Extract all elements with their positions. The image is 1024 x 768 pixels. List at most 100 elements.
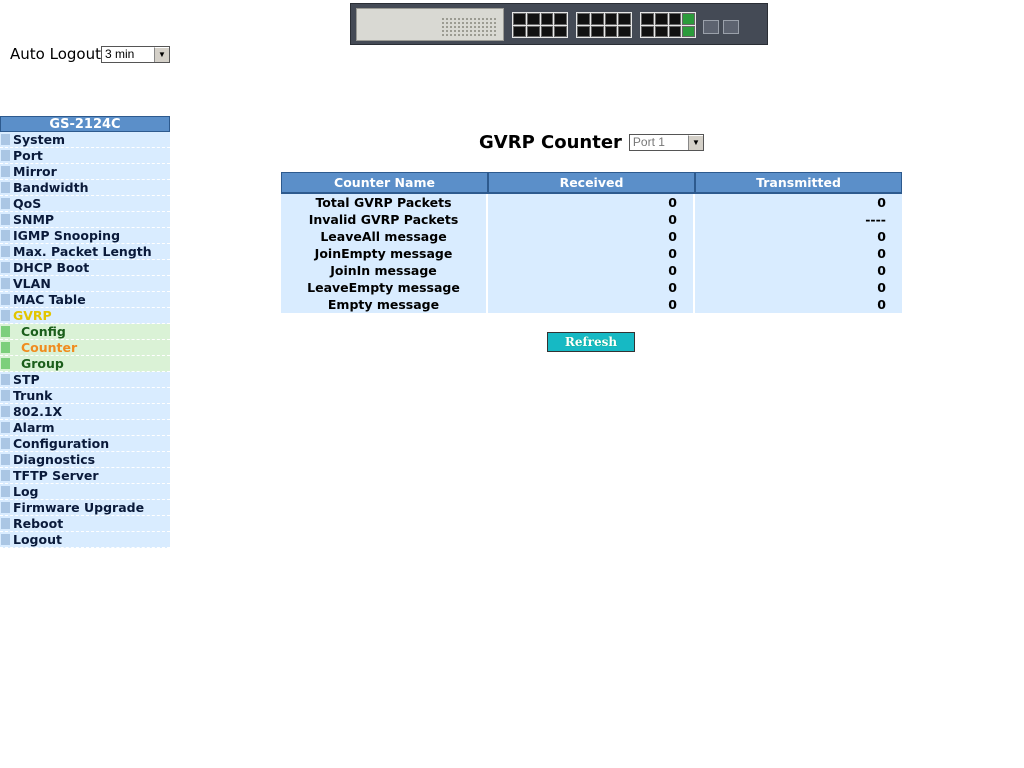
sidebar-item-igmp-snooping[interactable]: IGMP Snooping <box>0 228 170 244</box>
bullet-square-icon <box>1 358 10 369</box>
page-title-row: GVRP Counter Port 1 ▼ <box>479 131 704 153</box>
column-header-received: Received <box>488 172 695 194</box>
sidebar-item-label: Trunk <box>13 388 53 403</box>
sidebar-item-bandwidth[interactable]: Bandwidth <box>0 180 170 196</box>
bullet-square-icon <box>1 246 10 257</box>
received-cell: 0 <box>488 211 695 228</box>
sidebar-item-label: STP <box>13 372 40 387</box>
received-cell: 0 <box>488 279 695 296</box>
received-cell: 0 <box>488 194 695 211</box>
bullet-square-icon <box>1 454 10 465</box>
bullet-square-icon <box>1 390 10 401</box>
refresh-button[interactable]: Refresh <box>547 332 635 352</box>
bullet-square-icon <box>1 470 10 481</box>
auto-logout-label: Auto Logout <box>10 45 101 63</box>
sidebar-item-gvrp[interactable]: GVRP <box>0 308 170 324</box>
page-title: GVRP Counter <box>479 131 622 153</box>
sidebar-item-label: MAC Table <box>13 292 86 307</box>
sidebar-item-group[interactable]: Group <box>0 356 170 372</box>
sidebar-item-config[interactable]: Config <box>0 324 170 340</box>
sidebar-item-label: GVRP <box>13 308 52 323</box>
sidebar-item-configuration[interactable]: Configuration <box>0 436 170 452</box>
bullet-square-icon <box>1 486 10 497</box>
counter-name-cell: LeaveAll message <box>281 228 488 245</box>
sidebar-item-label: 802.1X <box>13 404 63 419</box>
sidebar-item-label: Logout <box>13 532 62 547</box>
sidebar-item-802-1x[interactable]: 802.1X <box>0 404 170 420</box>
sidebar-item-stp[interactable]: STP <box>0 372 170 388</box>
port-group-3 <box>640 12 696 38</box>
table-row: Empty message 0 0 <box>281 296 902 313</box>
bullet-square-icon <box>1 230 10 241</box>
table-row: LeaveAll message 0 0 <box>281 228 902 245</box>
counter-name-cell: Invalid GVRP Packets <box>281 211 488 228</box>
port-group-2 <box>576 12 632 38</box>
sidebar-item-label: System <box>13 132 66 147</box>
sidebar-item-system[interactable]: System <box>0 132 170 148</box>
bullet-square-icon <box>1 374 10 385</box>
sidebar-item-label: Port <box>13 148 43 163</box>
port-select-value: Port 1 <box>632 135 665 149</box>
bullet-square-icon <box>1 262 10 273</box>
sidebar-item-port[interactable]: Port <box>0 148 170 164</box>
auto-logout-select[interactable]: 3 min ▼ <box>100 45 170 63</box>
sfp-port-2 <box>723 20 739 34</box>
bullet-square-icon <box>1 294 10 305</box>
transmitted-cell: 0 <box>695 279 902 296</box>
sidebar-item-label: Max. Packet Length <box>13 244 152 259</box>
sidebar-title: GS-2124C <box>0 116 170 132</box>
sidebar-item-label: DHCP Boot <box>13 260 90 275</box>
sidebar-item-mac-table[interactable]: MAC Table <box>0 292 170 308</box>
sidebar-item-label: Bandwidth <box>13 180 89 195</box>
sidebar-item-dhcp-boot[interactable]: DHCP Boot <box>0 260 170 276</box>
table-header-row: Counter Name Received Transmitted <box>281 172 902 194</box>
sidebar-item-label: Counter <box>21 340 78 355</box>
sidebar-item-firmware-upgrade[interactable]: Firmware Upgrade <box>0 500 170 516</box>
sidebar-item-log[interactable]: Log <box>0 484 170 500</box>
sidebar-item-vlan[interactable]: VLAN <box>0 276 170 292</box>
chevron-down-icon[interactable]: ▼ <box>153 46 169 62</box>
bullet-square-icon <box>1 166 10 177</box>
auto-logout-value: 3 min <box>104 47 135 61</box>
sidebar-item-label: SNMP <box>13 212 55 227</box>
sidebar-item-qos[interactable]: QoS <box>0 196 170 212</box>
bullet-square-icon <box>1 342 10 353</box>
transmitted-cell: ---- <box>695 211 902 228</box>
port-select[interactable]: Port 1 ▼ <box>628 133 704 151</box>
sidebar-item-label: TFTP Server <box>13 468 99 483</box>
gvrp-counter-table: Counter Name Received Transmitted Total … <box>281 172 902 313</box>
chevron-down-icon[interactable]: ▼ <box>687 134 703 150</box>
bullet-square-icon <box>1 182 10 193</box>
bullet-square-icon <box>1 406 10 417</box>
sidebar-item-reboot[interactable]: Reboot <box>0 516 170 532</box>
bullet-square-icon <box>1 518 10 529</box>
counter-name-cell: Empty message <box>281 296 488 313</box>
sidebar-nav: GS-2124C System Port Mirror Bandwidth QoS SNM… <box>0 116 170 548</box>
sidebar-item-alarm[interactable]: Alarm <box>0 420 170 436</box>
port-group-1 <box>512 12 568 38</box>
sidebar-item-trunk[interactable]: Trunk <box>0 388 170 404</box>
sfp-port-1 <box>703 20 719 34</box>
bullet-square-icon <box>1 326 10 337</box>
sidebar-item-counter[interactable]: Counter <box>0 340 170 356</box>
sidebar-item-tftp-server[interactable]: TFTP Server <box>0 468 170 484</box>
transmitted-cell: 0 <box>695 262 902 279</box>
bullet-square-icon <box>1 534 10 545</box>
transmitted-cell: 0 <box>695 194 902 211</box>
sidebar-item-label: Configuration <box>13 436 110 451</box>
led-matrix <box>441 17 497 37</box>
sidebar-item-label: Config <box>21 324 66 339</box>
sidebar-item-max-packet-length[interactable]: Max. Packet Length <box>0 244 170 260</box>
bullet-square-icon <box>1 134 10 145</box>
bullet-square-icon <box>1 150 10 161</box>
sidebar-item-logout[interactable]: Logout <box>0 532 170 548</box>
sidebar-item-diagnostics[interactable]: Diagnostics <box>0 452 170 468</box>
counter-name-cell: JoinIn message <box>281 262 488 279</box>
column-header-transmitted: Transmitted <box>695 172 902 194</box>
sidebar-item-snmp[interactable]: SNMP <box>0 212 170 228</box>
table-row: Invalid GVRP Packets 0 ---- <box>281 211 902 228</box>
bullet-square-icon <box>1 278 10 289</box>
sidebar-item-label: QoS <box>13 196 42 211</box>
sidebar-item-mirror[interactable]: Mirror <box>0 164 170 180</box>
sidebar-item-label: Firmware Upgrade <box>13 500 145 515</box>
